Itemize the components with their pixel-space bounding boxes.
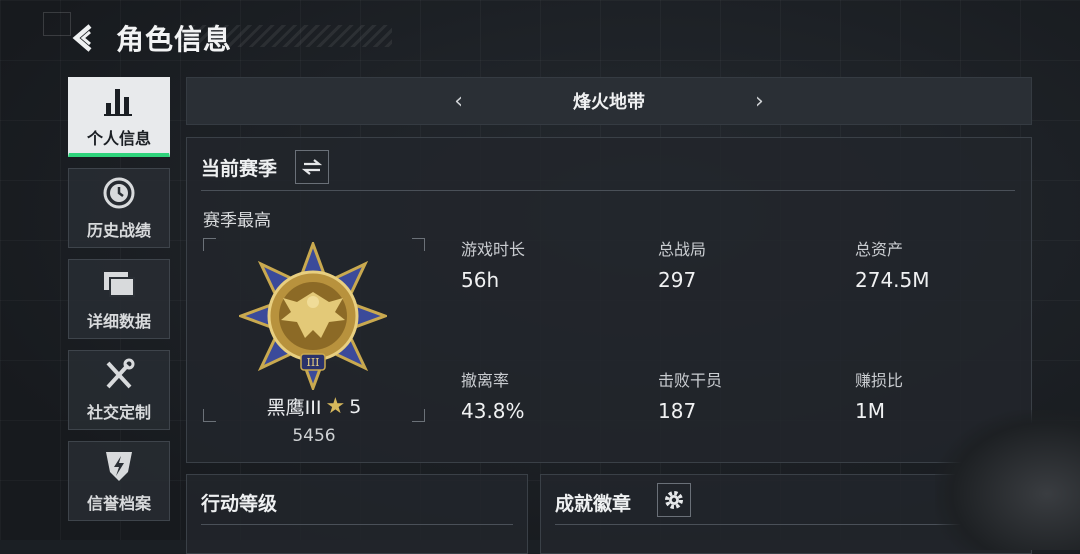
bar-chart-icon (104, 88, 132, 116)
stat-extraction-rate: 撤离率 43.8% (461, 367, 641, 423)
prev-map-arrow-icon[interactable]: ‹ (454, 89, 463, 114)
stat-operators-defeated: 击败干员 187 (658, 367, 838, 423)
sidebar-item-label: 信誉档案 (86, 494, 151, 513)
sidebar-item-label: 历史战绩 (86, 221, 151, 240)
character-glove-image (935, 410, 1080, 550)
rank-score: 5456 (292, 426, 336, 446)
stat-value: 56h (461, 268, 500, 292)
header: 角色信息 (68, 16, 232, 60)
stat-label: 赚损比 (855, 371, 904, 390)
star-icon: ★ (325, 394, 346, 419)
season-divider (201, 190, 1015, 191)
map-selector: ‹ 烽火地带 › (186, 77, 1032, 125)
season-header: 当前赛季 (201, 150, 330, 184)
stat-total-matches: 总战局 297 (658, 236, 838, 292)
stat-value: 297 (658, 268, 697, 292)
sidebar-item-detailed-data[interactable]: 详细数据 (68, 259, 170, 339)
back-arrow-icon[interactable] (68, 21, 102, 55)
season-best-label: 赛季最高 (203, 211, 271, 231)
stat-value: 187 (658, 399, 697, 423)
gear-icon (665, 491, 683, 509)
sidebar-item-personal-info[interactable]: 个人信息 (68, 77, 170, 157)
rank-medal-icon: III (239, 242, 387, 390)
sidebar-item-label: 社交定制 (86, 403, 151, 422)
operation-level-panel[interactable]: 行动等级 (186, 474, 528, 554)
operation-level-title: 行动等级 (201, 493, 278, 515)
achievements-title: 成就徽章 (555, 493, 632, 515)
season-switch-button[interactable] (295, 150, 330, 184)
stat-label: 击败干员 (658, 371, 723, 390)
operation-level-divider (201, 524, 513, 525)
sidebar-item-social[interactable]: 社交定制 (68, 350, 170, 430)
page-title: 角色信息 (116, 23, 233, 56)
stat-label: 总资产 (855, 240, 904, 259)
sidebar: 个人信息 历史战绩 详细数据 社交定制 信誉档案 (68, 77, 172, 532)
next-map-arrow-icon[interactable]: › (755, 89, 764, 114)
tools-icon (106, 358, 135, 389)
sidebar-item-reputation[interactable]: 信誉档案 (68, 441, 170, 521)
stat-play-time: 游戏时长 56h (461, 236, 641, 292)
rank-row: 黑鹰III ★ 5 (203, 393, 425, 420)
achievements-settings-button[interactable] (657, 483, 691, 517)
corner-decoration (43, 12, 71, 36)
stat-value: 274.5M (855, 268, 930, 292)
sidebar-item-label: 详细数据 (86, 312, 151, 331)
folder-icon (104, 272, 135, 297)
history-clock-icon (103, 177, 135, 209)
swap-icon (301, 159, 323, 175)
stat-label: 游戏时长 (461, 240, 526, 259)
rank-stars: 5 (349, 395, 362, 418)
stat-value: 43.8% (461, 399, 525, 423)
sidebar-item-history[interactable]: 历史战绩 (68, 168, 170, 248)
rank-name: 黑鹰III (266, 397, 322, 419)
medal-numeral: III (306, 356, 319, 369)
map-name: 烽火地带 (573, 92, 645, 113)
stat-total-assets: 总资产 274.5M (855, 236, 1035, 292)
season-panel: 当前赛季 赛季最高 III 黑鹰III ★ 5 5456 游戏时长 56h 总战… (186, 137, 1032, 463)
stat-label: 总战局 (658, 240, 707, 259)
shield-bolt-icon (106, 452, 132, 481)
season-label: 当前赛季 (201, 157, 278, 180)
stat-label: 撤离率 (461, 371, 510, 390)
sidebar-item-label: 个人信息 (86, 128, 151, 148)
